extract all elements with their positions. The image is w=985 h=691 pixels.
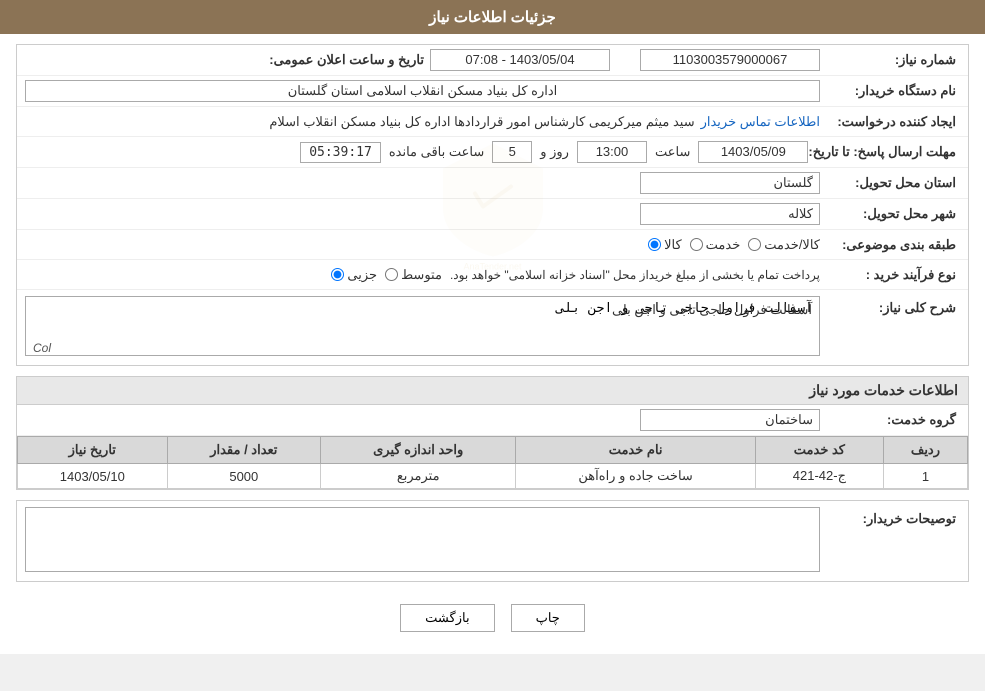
table-cell-5: 1403/05/10 <box>18 464 168 489</box>
city-label: شهر محل تحویل: <box>820 206 960 222</box>
table-cell-3: مترمربع <box>321 464 516 489</box>
purchase-type-radio-group: متوسط جزیی <box>331 267 442 283</box>
category-kala-radio[interactable] <box>648 238 661 251</box>
need-description-row: شرح کلی نیاز: آسفالت فراول حاجی تاجی و ا… <box>17 290 968 365</box>
content-area: AnaTender.net شماره نیاز: 11030035790000… <box>0 34 985 654</box>
services-table-body: 1ج-42-421ساخت جاده و راه‌آهنمترمربع50001… <box>18 464 968 489</box>
purchase-type-description: پرداخت تمام یا بخشی از مبلغ خریداز محل "… <box>450 268 820 282</box>
category-label: طبقه بندی موضوعی: <box>820 237 960 253</box>
category-kala-khadamat-item: کالا/خدمت <box>748 237 820 253</box>
buyer-desc-textarea[interactable] <box>25 507 820 572</box>
province-row: استان محل تحویل: گلستان <box>17 168 968 199</box>
services-table: ردیف کد خدمت نام خدمت واحد اندازه گیری ت… <box>17 436 968 489</box>
city-row: شهر محل تحویل: کلاله <box>17 199 968 230</box>
announcement-date-value: 1403/05/04 - 07:08 <box>430 49 610 71</box>
deadline-time-label: ساعت <box>655 144 690 160</box>
announcement-date-label: تاریخ و ساعت اعلان عمومی: <box>269 52 424 68</box>
purchase-type-row: نوع فرآیند خرید : پرداخت تمام یا بخشی از… <box>17 260 968 290</box>
deadline-remaining: 05:39:17 <box>300 142 381 163</box>
buyer-org-value: اداره کل بنیاد مسکن انقلاب اسلامی استان … <box>25 80 820 102</box>
need-number-label: شماره نیاز: <box>820 52 960 68</box>
table-cell-1: ج-42-421 <box>755 464 883 489</box>
purchase-jozee-radio[interactable] <box>331 268 344 281</box>
category-khadamat-label: خدمت <box>706 237 741 253</box>
creator-value: سید میثم میرکریمی کارشناس امور قراردادها… <box>269 114 694 130</box>
province-value: گلستان <box>640 172 820 194</box>
creator-link[interactable]: اطلاعات تماس خریدار <box>701 114 820 130</box>
back-button[interactable]: بازگشت <box>400 604 494 632</box>
category-radio-group: کالا/خدمت خدمت کالا <box>648 237 820 253</box>
province-label: استان محل تحویل: <box>820 175 960 191</box>
th-quantity: تعداد / مقدار <box>167 437 320 464</box>
page-container: جزئیات اطلاعات نیاز AnaTender.net شماره … <box>0 0 985 654</box>
deadline-label: مهلت ارسال پاسخ: تا تاریخ: <box>808 144 960 160</box>
category-kala-item: کالا <box>648 237 682 253</box>
th-row-number: ردیف <box>883 437 967 464</box>
deadline-days-label: روز و <box>540 144 569 160</box>
category-khadamat-radio[interactable] <box>690 238 703 251</box>
deadline-days: 5 <box>492 141 532 163</box>
purchase-motavasset-radio[interactable] <box>385 268 398 281</box>
th-service-code: کد خدمت <box>755 437 883 464</box>
th-unit: واحد اندازه گیری <box>321 437 516 464</box>
service-group-row: گروه خدمت: ساختمان <box>17 405 968 436</box>
category-row: طبقه بندی موضوعی: کالا/خدمت خدمت کالا <box>17 230 968 260</box>
table-row: 1ج-42-421ساخت جاده و راه‌آهنمترمربع50001… <box>18 464 968 489</box>
purchase-jozee-label: جزیی <box>347 267 377 283</box>
deadline-date: 1403/05/09 <box>698 141 808 163</box>
need-description-content: آسفالت فراول حاجی تاجی و اجن بلی <box>612 302 812 318</box>
print-button[interactable]: چاپ <box>511 604 585 632</box>
table-cell-2: ساخت جاده و راه‌آهن <box>516 464 756 489</box>
page-title: جزئیات اطلاعات نیاز <box>429 9 556 26</box>
creator-row: ایجاد کننده درخواست: اطلاعات تماس خریدار… <box>17 107 968 137</box>
category-kala-khadamat-radio[interactable] <box>748 238 761 251</box>
need-description-label: شرح کلی نیاز: <box>820 296 960 316</box>
need-number-row: شماره نیاز: 1103003579000067 1403/05/04 … <box>17 45 968 76</box>
category-kala-khadamat-label: کالا/خدمت <box>764 237 820 253</box>
city-value: کلاله <box>640 203 820 225</box>
services-section: گروه خدمت: ساختمان ردیف کد خدمت نام خدمت… <box>16 404 969 490</box>
purchase-motavasset-label: متوسط <box>401 267 442 283</box>
col-label: Col <box>33 341 51 355</box>
service-group-value: ساختمان <box>640 409 820 431</box>
purchase-jozee-item: جزیی <box>331 267 377 283</box>
buttons-row: چاپ بازگشت <box>16 592 969 644</box>
buyer-desc-label: توصیحات خریدار: <box>820 507 960 527</box>
table-header-row: ردیف کد خدمت نام خدمت واحد اندازه گیری ت… <box>18 437 968 464</box>
category-khadamat-item: خدمت <box>690 237 741 253</box>
buyer-org-row: نام دستگاه خریدار: اداره کل بنیاد مسکن ا… <box>17 76 968 107</box>
services-section-title: اطلاعات خدمات مورد نیاز <box>16 376 969 404</box>
buyer-desc-section: توصیحات خریدار: <box>16 500 969 582</box>
deadline-remaining-label: ساعت باقی مانده <box>389 144 484 160</box>
purchase-motavasset-item: متوسط <box>385 267 442 283</box>
deadline-row: مهلت ارسال پاسخ: تا تاریخ: 1403/05/09 سا… <box>17 137 968 168</box>
table-cell-4: 5000 <box>167 464 320 489</box>
need-number-value: 1103003579000067 <box>640 49 820 71</box>
main-info-section: AnaTender.net شماره نیاز: 11030035790000… <box>16 44 969 366</box>
deadline-time: 13:00 <box>577 141 647 163</box>
buyer-org-label: نام دستگاه خریدار: <box>820 83 960 99</box>
buyer-desc-row: توصیحات خریدار: <box>17 501 968 581</box>
category-kala-label: کالا <box>664 237 682 253</box>
purchase-type-label: نوع فرآیند خرید : <box>820 267 960 283</box>
creator-label: ایجاد کننده درخواست: <box>820 114 960 130</box>
page-header: جزئیات اطلاعات نیاز <box>0 0 985 34</box>
th-need-date: تاریخ نیاز <box>18 437 168 464</box>
service-group-label: گروه خدمت: <box>820 412 960 428</box>
th-service-name: نام خدمت <box>516 437 756 464</box>
table-cell-0: 1 <box>883 464 967 489</box>
